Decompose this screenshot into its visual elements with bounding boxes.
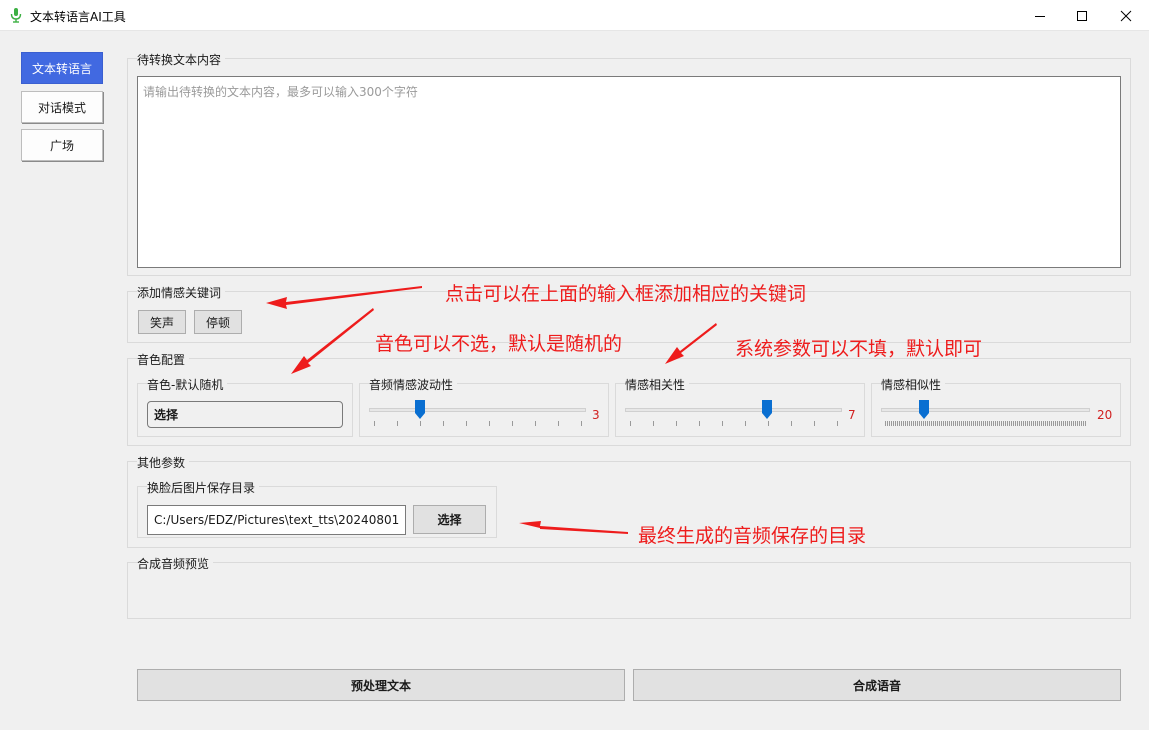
params-annotation: 系统参数可以不填，默认即可 xyxy=(735,338,983,360)
synthesize-speech-button[interactable]: 合成语音 xyxy=(633,669,1121,701)
window-title: 文本转语言AI工具 xyxy=(30,10,126,24)
audio-preview-group-title: 合成音频预览 xyxy=(137,555,214,572)
volatility-slider-title: 音频情感波动性 xyxy=(369,376,458,393)
preprocess-text-button[interactable]: 预处理文本 xyxy=(137,669,625,701)
text-input[interactable]: 请输出待转换的文本内容，最多可以输入300个字符 xyxy=(137,76,1121,268)
other-params-group-title: 其他参数 xyxy=(137,454,190,471)
relevance-slider-track[interactable] xyxy=(625,408,842,412)
similarity-slider-value: 20 xyxy=(1097,408,1113,422)
laugh-keyword-button[interactable]: 笑声 xyxy=(138,310,186,334)
nav-plaza[interactable]: 广场 xyxy=(21,129,103,161)
keywords-group-title: 添加情感关键词 xyxy=(137,284,226,301)
similarity-slider-thumb[interactable] xyxy=(919,400,929,419)
microphone-icon xyxy=(8,7,24,23)
similarity-slider-track[interactable] xyxy=(881,408,1090,412)
minimize-icon xyxy=(1035,15,1045,17)
minimize-button[interactable] xyxy=(1017,0,1063,31)
close-icon xyxy=(1120,10,1132,21)
voice-select-title: 音色-默认随机 xyxy=(147,376,228,393)
keywords-annotation: 点击可以在上面的输入框添加相应的关键词 xyxy=(445,283,807,305)
title-bar: 文本转语言AI工具 xyxy=(0,0,1149,31)
close-button[interactable] xyxy=(1103,0,1149,31)
relevance-slider-value: 7 xyxy=(848,408,856,422)
nav-dialog-mode[interactable]: 对话模式 xyxy=(21,91,103,123)
volatility-slider-value: 3 xyxy=(592,408,600,422)
dir-annotation: 最终生成的音频保存的目录 xyxy=(638,525,867,547)
maximize-icon xyxy=(1077,10,1087,21)
relevance-slider-thumb[interactable] xyxy=(762,400,772,419)
volatility-slider-thumb[interactable] xyxy=(415,400,425,419)
voice-config-group-title: 音色配置 xyxy=(137,351,190,368)
relevance-slider-ticks xyxy=(630,421,838,426)
pause-keyword-button[interactable]: 停顿 xyxy=(194,310,242,334)
relevance-slider-title: 情感相关性 xyxy=(625,376,690,393)
save-dir-input[interactable]: C:/Users/EDZ/Pictures\text_tts\20240801 xyxy=(147,505,406,535)
maximize-button[interactable] xyxy=(1059,0,1105,31)
audio-preview-group xyxy=(127,562,1131,619)
save-dir-title: 换脸后图片保存目录 xyxy=(147,479,260,496)
voice-select-button[interactable]: 选择 xyxy=(147,401,343,428)
volatility-slider-ticks xyxy=(374,421,582,426)
similarity-slider-title: 情感相似性 xyxy=(881,376,946,393)
voice-annotation: 音色可以不选，默认是随机的 xyxy=(375,333,623,355)
nav-text-to-speech[interactable]: 文本转语言 xyxy=(21,52,103,84)
similarity-slider-ticks xyxy=(885,421,1087,426)
save-dir-select-button[interactable]: 选择 xyxy=(413,505,486,534)
text-input-group-title: 待转换文本内容 xyxy=(137,51,226,68)
volatility-slider-track[interactable] xyxy=(369,408,586,412)
